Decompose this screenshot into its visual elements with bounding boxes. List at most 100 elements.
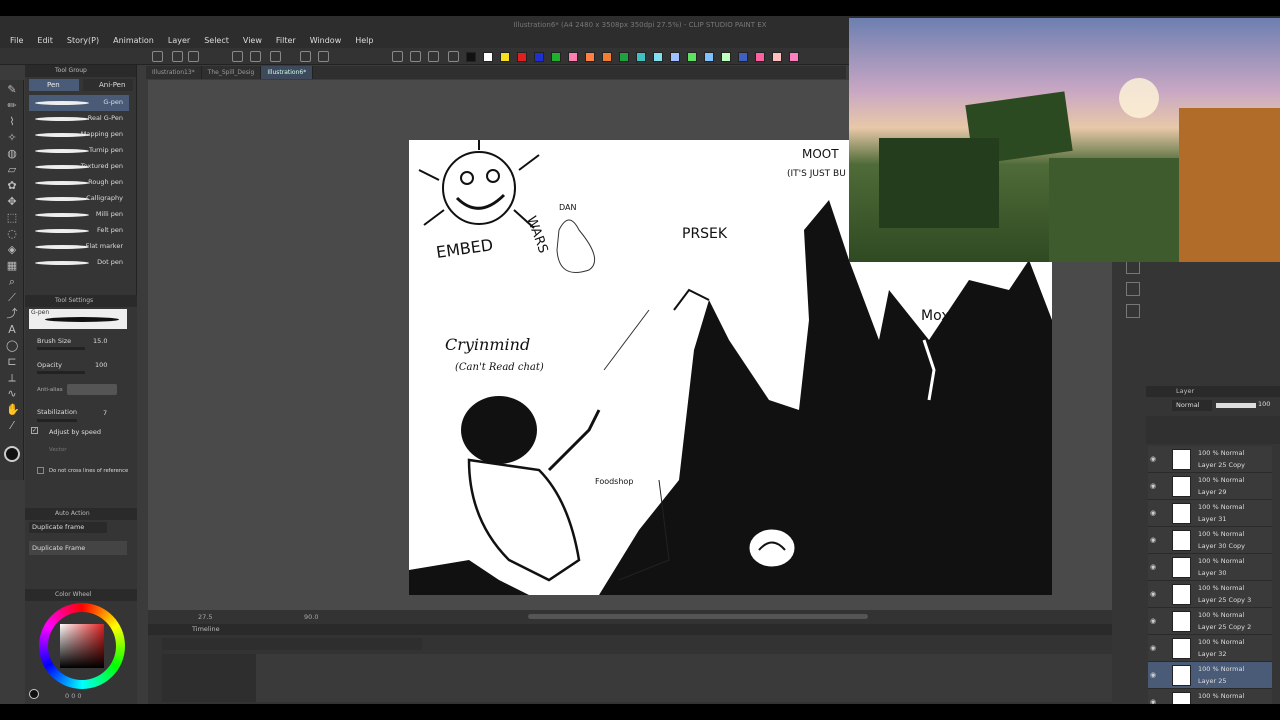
menu-layer[interactable]: Layer (168, 34, 190, 48)
move-icon[interactable] (318, 51, 329, 62)
eraser-tool-icon[interactable]: ▱ (6, 164, 18, 176)
info-icon[interactable] (1126, 304, 1140, 318)
opacity-value[interactable]: 100 (95, 361, 107, 369)
color-swatch[interactable] (738, 52, 748, 62)
eyedropper-tool-icon[interactable]: ⁄ (6, 420, 18, 432)
pen-item[interactable]: Calligraphy (29, 191, 129, 207)
select-tool-icon[interactable]: ⬚ (6, 212, 18, 224)
layer-row[interactable]: ◉ 100 % Normal Layer 32 (1148, 635, 1272, 662)
eye-icon[interactable]: ◉ (1150, 644, 1156, 652)
brush-size-value[interactable]: 15.0 (93, 337, 107, 345)
layer-opacity-value[interactable]: 100 (1258, 400, 1270, 408)
hue-ring[interactable] (39, 603, 125, 689)
layer-row[interactable]: ◉ 100 % Normal Layer 25 Copy 2 (1148, 608, 1272, 635)
fill-tool-icon[interactable]: ◈ (6, 244, 18, 256)
eye-icon[interactable]: ◉ (1150, 563, 1156, 571)
decoration-tool-icon[interactable]: ✿ (6, 180, 18, 192)
eye-icon[interactable]: ◉ (1150, 617, 1156, 625)
eye-icon[interactable]: ◉ (1150, 536, 1156, 544)
move-tool-icon[interactable]: ✥ (6, 196, 18, 208)
doc-tab[interactable]: Illustration6* (261, 66, 314, 79)
pen-item[interactable]: Turnip pen (29, 143, 129, 159)
pen-item[interactable]: Textured pen (29, 159, 129, 175)
opacity-slider[interactable] (37, 371, 85, 374)
menu-edit[interactable]: Edit (37, 34, 53, 48)
color-swatch[interactable] (585, 52, 595, 62)
blend-tool-icon[interactable]: ◍ (6, 148, 18, 160)
eye-icon[interactable]: ◉ (1150, 590, 1156, 598)
lasso-tool-icon[interactable]: ◌ (6, 228, 18, 240)
transform-icon[interactable] (270, 51, 281, 62)
new-icon[interactable] (152, 51, 163, 62)
pen-item[interactable]: Felt pen (29, 223, 129, 239)
eye-icon[interactable]: ◉ (1150, 509, 1156, 517)
pen-tool-icon[interactable]: ✎ (6, 84, 18, 96)
auto-action-item[interactable]: Duplicate Frame (29, 541, 127, 555)
antialias-selector[interactable] (67, 384, 117, 395)
color-swatch[interactable] (568, 52, 578, 62)
color-swatch[interactable] (636, 52, 646, 62)
zoom-value[interactable]: 27.5 (198, 613, 212, 621)
open-icon[interactable] (172, 51, 183, 62)
undo-icon[interactable] (232, 51, 243, 62)
color-swatch[interactable] (704, 52, 714, 62)
pen-item[interactable]: Dot pen (29, 255, 129, 271)
layer-toolbar[interactable] (1146, 416, 1280, 444)
menu-window[interactable]: Window (310, 34, 342, 48)
airbrush-tool-icon[interactable]: ✧ (6, 132, 18, 144)
saturation-square[interactable] (60, 624, 104, 668)
fill-icon[interactable] (300, 51, 311, 62)
color-swatch[interactable] (500, 52, 510, 62)
timeline-frames[interactable] (256, 654, 1116, 702)
help-icon[interactable] (448, 51, 459, 62)
menu-view[interactable]: View (243, 34, 262, 48)
color-swatch[interactable] (687, 52, 697, 62)
snap-icon[interactable] (410, 51, 421, 62)
stabilization-value[interactable]: 7 (103, 409, 107, 417)
color-swatch[interactable] (534, 52, 544, 62)
pen-item[interactable]: Mapping pen (29, 127, 129, 143)
rotation-value[interactable]: 90.0 (304, 613, 318, 621)
eye-icon[interactable]: ◉ (1150, 455, 1156, 463)
vector-tool-icon[interactable]: ⤴ (6, 308, 18, 320)
timeline-controls[interactable] (162, 638, 422, 650)
menu-help[interactable]: Help (355, 34, 373, 48)
brush-tool-icon[interactable]: ⌇ (6, 116, 18, 128)
menu-animation[interactable]: Animation (113, 34, 154, 48)
color-swatch[interactable] (466, 52, 476, 62)
pen-item[interactable]: Real G-Pen (29, 111, 129, 127)
blend-mode-select[interactable]: Normal (1172, 400, 1212, 411)
pen-item[interactable]: Milli pen (29, 207, 129, 223)
hand-tool-icon[interactable]: ✋ (6, 404, 20, 416)
sub-view-icon[interactable] (1126, 282, 1140, 296)
menu-filter[interactable]: Filter (276, 34, 296, 48)
color-swatch[interactable] (755, 52, 765, 62)
color-swatch[interactable] (483, 52, 493, 62)
redo-icon[interactable] (250, 51, 261, 62)
text-tool-icon[interactable]: A (6, 324, 18, 336)
pen-item[interactable]: Flat marker (29, 239, 129, 255)
layer-row[interactable]: ◉ 100 % Normal Layer 25 Copy (1148, 446, 1272, 473)
color-swatch[interactable] (653, 52, 663, 62)
color-swatch[interactable] (517, 52, 527, 62)
adjust-speed-checkbox[interactable]: ✓ (31, 427, 38, 434)
eye-icon[interactable]: ◉ (1150, 671, 1156, 679)
ruler-icon[interactable] (392, 51, 403, 62)
color-swatch[interactable] (602, 52, 612, 62)
correct-line-tool-icon[interactable]: ∿ (6, 388, 18, 400)
layer-row[interactable]: ◉ 100 % Normal Layer 31 (1148, 500, 1272, 527)
menu-file[interactable]: File (10, 34, 23, 48)
color-swatch[interactable] (551, 52, 561, 62)
eye-icon[interactable]: ◉ (1150, 482, 1156, 490)
ruler-tool-icon[interactable]: ⟂ (6, 372, 18, 384)
color-swatch[interactable] (721, 52, 731, 62)
no-cross-checkbox[interactable] (37, 467, 44, 474)
snap-grid-icon[interactable] (428, 51, 439, 62)
balloon-tool-icon[interactable]: ◯ (6, 340, 18, 352)
pen-item[interactable]: G-pen (29, 95, 129, 111)
gradient-tool-icon[interactable]: ▦ (6, 260, 18, 272)
zoom-tool-icon[interactable]: ⌕ (6, 276, 18, 288)
tab-pen[interactable]: Pen (29, 79, 79, 91)
navigator-icon[interactable] (1126, 260, 1140, 274)
layer-row[interactable]: ◉ 100 % Normal Layer 29 (1148, 473, 1272, 500)
